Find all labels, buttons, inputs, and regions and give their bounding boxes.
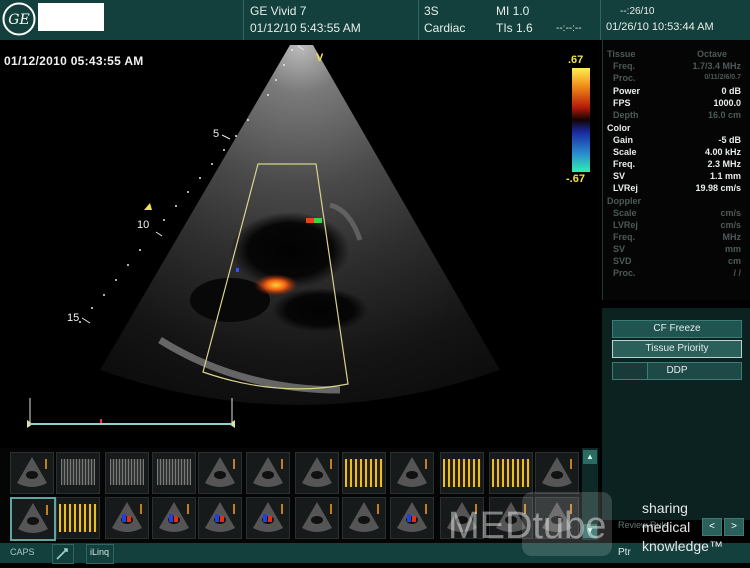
depth-label-10: 10 <box>137 219 150 231</box>
param-label: SV <box>613 244 626 254</box>
clip-thumbnail[interactable] <box>198 497 242 539</box>
param-value: MHz <box>722 232 742 242</box>
clip-thumbnail[interactable] <box>56 497 100 539</box>
clip-thumbnail[interactable] <box>489 452 533 494</box>
param-label: SV <box>613 171 626 181</box>
clip-thumbnail[interactable] <box>246 452 290 494</box>
watermark-brand: MEDtube <box>448 505 606 547</box>
param-value: 4.00 kHz <box>704 147 741 157</box>
caps-indicator: CAPS <box>10 547 35 557</box>
clip-thumbnail[interactable] <box>295 452 339 494</box>
clip-thumbnail[interactable] <box>198 452 242 494</box>
param-label: Depth <box>613 110 639 120</box>
param-value: cm/s <box>720 208 741 218</box>
depth-label-15: 15 <box>67 312 80 324</box>
clip-thumbnail[interactable] <box>105 497 149 539</box>
param-label: SVD <box>613 256 632 266</box>
param-label: Power <box>613 86 641 96</box>
tgc-timeline[interactable] <box>30 423 232 425</box>
param-value: 1.7/3.4 MHz <box>692 61 741 71</box>
clip-thumbnail[interactable] <box>10 497 56 541</box>
param-value: 1.1 mm <box>709 171 741 181</box>
echo-sector-image <box>27 45 500 428</box>
ge-logo-icon: GE <box>2 2 36 36</box>
param-value: cm/s <box>720 220 741 230</box>
clip-thumbnail[interactable] <box>10 452 54 494</box>
param-label: Scale <box>613 208 637 218</box>
clip-thumbnail[interactable] <box>105 452 149 494</box>
param-label: Freq. <box>613 159 636 169</box>
thermal-index: TIs 1.6 <box>496 21 533 35</box>
watermark-tagline-2: medical <box>642 519 691 535</box>
probe-name: 3S <box>424 4 439 18</box>
param-label: LVRej <box>613 183 638 193</box>
param-value: -5 dB <box>718 135 742 145</box>
scroll-up-icon[interactable]: ▲ <box>583 450 597 464</box>
watermark-tagline-1: sharing <box>642 500 688 516</box>
parameter-panel: Tissue Octave Freq. 1.7/3.4 MHz Proc. 0/11/… <box>602 40 750 300</box>
param-label: LVRej <box>613 220 638 230</box>
color-scale-bar <box>572 68 590 172</box>
patient-name-field <box>38 3 104 31</box>
param-label: Freq. <box>613 61 636 71</box>
color-scale-max: .67 <box>568 54 584 66</box>
param-value: 2.3 MHz <box>707 159 741 169</box>
param-label: Scale <box>613 147 637 157</box>
previous-button[interactable]: < <box>702 518 722 536</box>
current-timestamp: 01/26/10 10:53:44 AM <box>606 21 714 33</box>
param-label: Proc. <box>613 268 636 278</box>
clip-thumbnail[interactable] <box>56 452 100 494</box>
ddp-button[interactable]: DDP <box>612 362 742 380</box>
clip-thumbnail[interactable] <box>440 452 484 494</box>
color-header: Color <box>607 123 631 133</box>
param-label: Freq. <box>613 232 636 242</box>
clip-thumbnail[interactable] <box>390 497 434 539</box>
next-button[interactable]: > <box>724 518 744 536</box>
control-panel: CF Freeze Tissue Priority DDP <box>602 308 750 520</box>
doppler-header: Doppler <box>607 196 642 206</box>
mechanical-index: MI 1.0 <box>496 4 530 18</box>
tissue-header: Tissue <box>607 49 636 59</box>
medtube-watermark: MEDtube <box>448 492 612 556</box>
clip-thumbnail[interactable] <box>295 497 339 539</box>
tissue-priority-button[interactable]: Tissue Priority <box>612 340 742 358</box>
clip-thumbnail[interactable] <box>246 497 290 539</box>
clip-thumbnail[interactable] <box>535 452 579 494</box>
ilinq-label: iLinq <box>90 547 110 557</box>
param-value: cm <box>727 256 741 266</box>
svg-text:GE: GE <box>8 12 29 28</box>
param-label: FPS <box>613 98 631 108</box>
param-value: mm <box>724 244 741 254</box>
application-name: Cardiac <box>424 21 466 35</box>
clip-thumbnail[interactable] <box>390 452 434 494</box>
param-value: 0/11/2/6/0.7 <box>704 74 741 81</box>
system-name: GE Vivid 7 <box>250 4 307 18</box>
clip-thumbnail[interactable] <box>152 452 196 494</box>
param-value: 0 dB <box>721 86 741 96</box>
tools-icon[interactable] <box>52 544 74 564</box>
param-label: Gain <box>613 135 634 145</box>
param-value: 19.98 cm/s <box>695 183 741 193</box>
date-dashes: --:26/10 <box>620 6 655 17</box>
clip-thumbnail[interactable] <box>342 497 386 539</box>
param-value: / / <box>733 268 741 278</box>
heart-rate-placeholder: --:--:-- <box>556 23 582 34</box>
param-label: Proc. <box>613 73 636 83</box>
color-scale-min: -.67 <box>566 173 585 185</box>
orientation-marker: V <box>316 52 324 64</box>
param-value: 16.0 cm <box>707 110 741 120</box>
clip-thumbnail[interactable] <box>152 497 196 539</box>
exam-timestamp: 01/12/10 5:43:55 AM <box>250 21 361 35</box>
depth-label-5: 5 <box>213 128 220 140</box>
cf-freeze-button[interactable]: CF Freeze <box>612 320 742 338</box>
clip-thumbnail[interactable] <box>342 452 386 494</box>
watermark-tagline-3: knowledge™ <box>642 538 723 554</box>
tissue-mode: Octave <box>696 49 727 59</box>
param-value: 1000.0 <box>713 98 741 108</box>
